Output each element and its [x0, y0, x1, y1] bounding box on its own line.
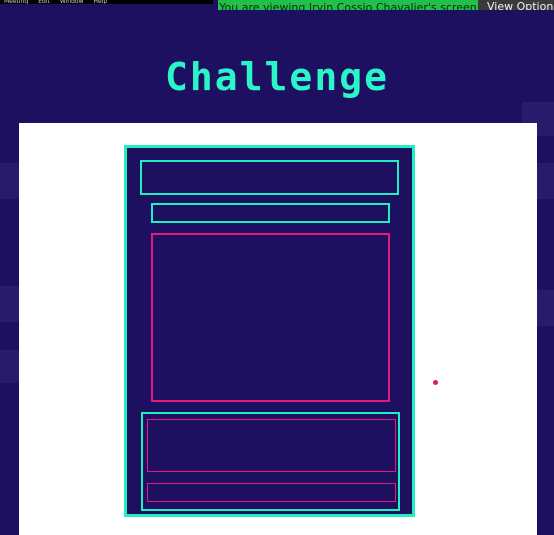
decor-block [537, 290, 554, 326]
screen-share-view: Meeting Edit Window Help You are viewing… [0, 0, 554, 535]
app-menu-bar: Meeting Edit Window Help [0, 0, 213, 4]
viewing-banner: You are viewing Irvin Cossio Chavalier's… [218, 0, 478, 10]
page-title: Challenge [165, 55, 389, 99]
wireframe-header-box [140, 160, 399, 195]
menu-item-help[interactable]: Help [94, 0, 108, 4]
menu-item-edit[interactable]: Edit [38, 0, 50, 4]
decor-block [0, 163, 19, 199]
view-options-label: View Options [487, 0, 554, 10]
menu-item-window[interactable]: Window [60, 0, 84, 4]
wireframe-footer-box [141, 412, 400, 511]
decor-block [537, 163, 554, 199]
decor-block [0, 350, 19, 383]
decor-block [0, 286, 19, 322]
wireframe-content-box [151, 233, 390, 402]
viewing-banner-text: You are viewing Irvin Cossio Chavalier's… [219, 1, 477, 10]
wireframe-footer-bar [147, 483, 396, 502]
wireframe-device [124, 145, 415, 517]
wireframe-footer-inner-box [147, 419, 396, 472]
view-options-button[interactable]: View Options [478, 0, 554, 10]
menu-item-meeting[interactable]: Meeting [4, 0, 28, 4]
cursor-dot [433, 380, 438, 385]
wireframe-subheader-box [151, 203, 390, 223]
